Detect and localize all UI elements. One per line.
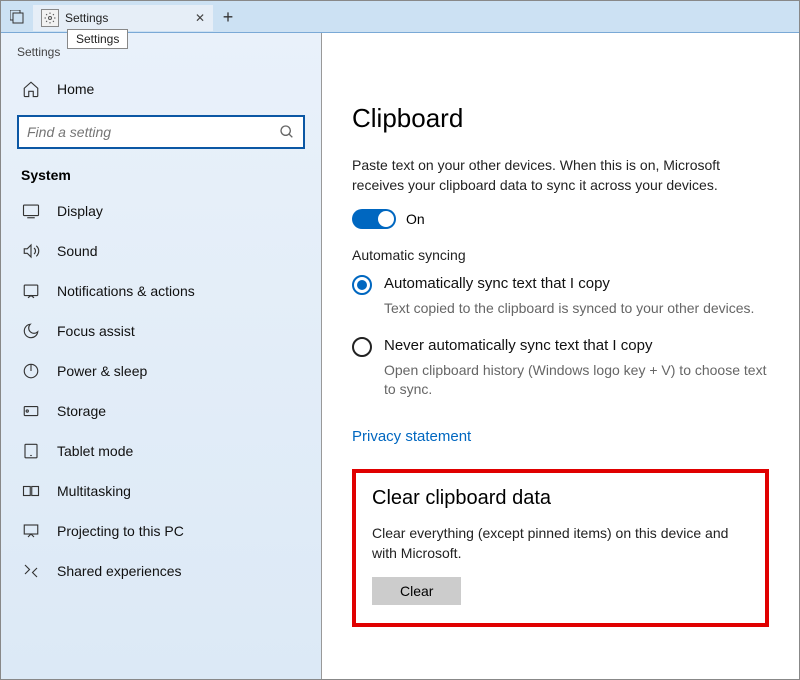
- radio-description: Text copied to the clipboard is synced t…: [384, 299, 769, 319]
- clear-heading: Clear clipboard data: [372, 487, 749, 510]
- nav-notifications[interactable]: Notifications & actions: [1, 271, 321, 311]
- radio-icon: [352, 337, 372, 357]
- radio-never-sync[interactable]: Never automatically sync text that I cop…: [352, 337, 769, 357]
- nav-multitasking[interactable]: Multitasking: [1, 471, 321, 511]
- storage-icon: [21, 401, 41, 421]
- home-icon: [21, 79, 41, 99]
- collapse-tabs-icon[interactable]: [1, 1, 33, 33]
- close-tab-icon[interactable]: ✕: [195, 11, 205, 25]
- display-icon: [21, 201, 41, 221]
- radio-label: Automatically sync text that I copy: [384, 275, 610, 292]
- nav-power-sleep[interactable]: Power & sleep: [1, 351, 321, 391]
- multitasking-icon: [21, 481, 41, 501]
- share-icon: [21, 561, 41, 581]
- page-heading: Clipboard: [352, 103, 769, 134]
- nav-storage[interactable]: Storage: [1, 391, 321, 431]
- sync-toggle[interactable]: [352, 209, 396, 229]
- radio-description: Open clipboard history (Windows logo key…: [384, 361, 769, 400]
- nav-label: Notifications & actions: [57, 283, 195, 299]
- radio-label: Never automatically sync text that I cop…: [384, 337, 652, 354]
- radio-auto-sync[interactable]: Automatically sync text that I copy: [352, 275, 769, 295]
- content-pane: Clipboard Paste text on your other devic…: [321, 33, 799, 679]
- nav-label: Storage: [57, 403, 106, 419]
- sync-subheading: Automatic syncing: [352, 247, 769, 263]
- nav-label: Display: [57, 203, 103, 219]
- tab-title: Settings: [65, 11, 108, 25]
- nav-label: Shared experiences: [57, 563, 182, 579]
- nav-tablet-mode[interactable]: Tablet mode: [1, 431, 321, 471]
- notifications-icon: [21, 281, 41, 301]
- nav-sound[interactable]: Sound: [1, 231, 321, 271]
- toggle-state: On: [406, 211, 425, 227]
- nav-label: Power & sleep: [57, 363, 147, 379]
- nav-shared-experiences[interactable]: Shared experiences: [1, 551, 321, 591]
- nav-group-title: System: [1, 161, 321, 191]
- moon-icon: [21, 321, 41, 341]
- sound-icon: [21, 241, 41, 261]
- nav-focus-assist[interactable]: Focus assist: [1, 311, 321, 351]
- search-field[interactable]: [27, 124, 279, 140]
- tab-settings[interactable]: Settings ✕ Settings: [33, 5, 213, 31]
- search-icon: [279, 124, 295, 140]
- clear-section-highlight: Clear clipboard data Clear everything (e…: [352, 469, 769, 627]
- nav-label: Projecting to this PC: [57, 523, 184, 539]
- gear-icon: [41, 9, 59, 27]
- nav-home[interactable]: Home: [1, 69, 321, 109]
- app-title: Settings: [1, 43, 321, 69]
- privacy-link[interactable]: Privacy statement: [352, 428, 471, 445]
- nav-label: Focus assist: [57, 323, 135, 339]
- nav-display[interactable]: Display: [1, 191, 321, 231]
- clear-button[interactable]: Clear: [372, 577, 461, 605]
- radio-icon: [352, 275, 372, 295]
- nav-label: Sound: [57, 243, 97, 259]
- search-input[interactable]: [17, 115, 305, 149]
- tab-tooltip: Settings: [67, 29, 128, 49]
- new-tab-button[interactable]: +: [213, 1, 243, 33]
- projecting-icon: [21, 521, 41, 541]
- power-icon: [21, 361, 41, 381]
- sync-description: Paste text on your other devices. When t…: [352, 156, 769, 195]
- tablet-icon: [21, 441, 41, 461]
- nav-projecting[interactable]: Projecting to this PC: [1, 511, 321, 551]
- nav-home-label: Home: [57, 81, 94, 97]
- sidebar: Settings Home System Display: [1, 33, 321, 679]
- clear-description: Clear everything (except pinned items) o…: [372, 524, 749, 563]
- tab-bar: Settings ✕ Settings +: [1, 1, 799, 33]
- nav-label: Multitasking: [57, 483, 131, 499]
- nav-label: Tablet mode: [57, 443, 133, 459]
